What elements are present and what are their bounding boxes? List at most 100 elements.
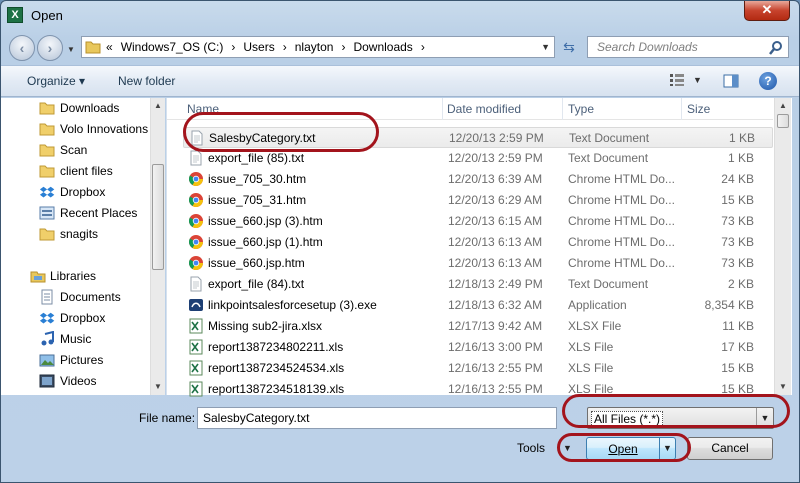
videos-icon [39, 373, 55, 389]
file-date: 12/20/13 6:13 AM [448, 256, 543, 270]
cancel-button[interactable]: Cancel [687, 437, 773, 460]
views-dropdown-icon[interactable]: ▼ [693, 75, 702, 85]
file-list-scrollbar[interactable]: ▲ ▼ [774, 98, 791, 395]
file-row[interactable]: report1387234802211.xls 12/16/13 3:00 PM X… [183, 337, 773, 358]
breadcrumb-separator-icon[interactable]: › [231, 40, 235, 54]
file-date: 12/20/13 2:59 PM [449, 131, 544, 145]
file-name: export_file (84).txt [208, 277, 305, 291]
file-size: 2 KB [727, 277, 754, 291]
dropbox-icon [39, 184, 55, 200]
file-row[interactable]: issue_705_30.htm 12/20/13 6:39 AM Chrome H… [183, 169, 773, 190]
scrollbar-thumb[interactable] [152, 164, 164, 270]
column-date-modified[interactable]: Date modified [447, 102, 521, 116]
file-date: 12/16/13 2:55 PM [448, 361, 543, 375]
file-type: Chrome HTML Do... [568, 193, 675, 207]
file-type: XLS File [568, 340, 614, 354]
scroll-up-icon[interactable]: ▲ [779, 101, 787, 110]
help-icon[interactable]: ? [759, 72, 777, 90]
sidebar-item-label: Libraries [50, 269, 97, 283]
address-bar[interactable]: « Windows7_OS (C:) › Users › nlayton › Download… [81, 36, 555, 58]
file-name: issue_660.jsp.htm [208, 256, 305, 270]
file-type: Text Document [568, 277, 649, 291]
file-type: Application [568, 298, 627, 312]
file-row[interactable]: issue_660.jsp (1).htm 12/20/13 6:13 AM Chr… [183, 232, 773, 253]
search-box[interactable]: Search Downloads [587, 36, 789, 58]
breadcrumb-separator-icon[interactable]: › [421, 40, 425, 54]
dropbox-icon [39, 310, 55, 326]
file-row[interactable]: issue_705_31.htm 12/20/13 6:29 AM Chrome H… [183, 190, 773, 211]
documents-icon [39, 289, 55, 305]
file-size: 73 KB [721, 235, 754, 249]
annotation-circle-selected-file [183, 112, 379, 152]
chrome-icon [188, 255, 204, 271]
new-folder-button[interactable]: New folder [118, 74, 175, 88]
forward-button[interactable]: › [37, 35, 63, 61]
file-row[interactable]: issue_660.jsp (3).htm 12/20/13 6:15 AM Chr… [183, 211, 773, 232]
file-type: Chrome HTML Do... [568, 214, 675, 228]
column-type[interactable]: Type [568, 102, 594, 116]
address-dropdown-icon[interactable]: ▼ [541, 42, 550, 52]
tools-button[interactable]: Tools [517, 441, 545, 455]
folder-icon [85, 41, 101, 54]
breadcrumb-item[interactable]: Windows7_OS (C:) [121, 40, 224, 54]
search-input[interactable]: Search Downloads [597, 40, 698, 54]
file-name: issue_660.jsp (3).htm [208, 214, 323, 228]
scroll-up-icon[interactable]: ▲ [154, 101, 162, 110]
column-size[interactable]: Size [687, 102, 710, 116]
file-name-input[interactable]: SalesbyCategory.txt [197, 407, 557, 429]
chrome-icon [188, 171, 204, 187]
back-button[interactable]: ‹ [9, 35, 35, 61]
file-size: 15 KB [721, 193, 754, 207]
file-date: 12/18/13 6:32 AM [448, 298, 543, 312]
breadcrumb[interactable]: « Windows7_OS (C:) › Users › nlayton › Download… [106, 40, 433, 54]
navigation-scrollbar[interactable]: ▲ ▼ [150, 98, 165, 395]
file-date: 12/18/13 2:49 PM [448, 277, 543, 291]
application-icon [188, 297, 204, 313]
breadcrumb-item[interactable]: nlayton [295, 40, 334, 54]
preview-pane-icon[interactable] [723, 73, 739, 89]
folder-icon [39, 121, 55, 137]
title-bar[interactable]: X Open ✕ [1, 1, 799, 31]
folder-icon [39, 100, 55, 116]
folder-icon [39, 226, 55, 242]
file-type: Chrome HTML Do... [568, 172, 675, 186]
refresh-icon[interactable]: ⇆ [559, 38, 579, 56]
breadcrumb-item[interactable]: Downloads [353, 40, 412, 54]
file-row[interactable]: Missing sub2-jira.xlsx 12/17/13 9:42 AM XL… [183, 316, 773, 337]
file-row[interactable]: linkpointsalesforcesetup (3).exe 12/18/13… [183, 295, 773, 316]
file-row[interactable]: report1387234524534.xls 12/16/13 2:55 PM X… [183, 358, 773, 379]
scroll-down-icon[interactable]: ▼ [154, 382, 162, 391]
organize-button[interactable]: Organize ▾ [27, 74, 85, 88]
sidebar-item-label: Videos [60, 374, 97, 388]
scrollbar-thumb[interactable] [777, 114, 789, 128]
breadcrumb-separator-icon[interactable]: › [283, 40, 287, 54]
close-button[interactable]: ✕ [744, 1, 790, 21]
sidebar-item-label: Dropbox [60, 185, 106, 199]
spreadsheet-icon [188, 381, 204, 397]
file-row[interactable]: export_file (84).txt 12/18/13 2:49 PM Text… [183, 274, 773, 295]
text-file-icon [188, 276, 204, 292]
chrome-icon [188, 213, 204, 229]
file-size: 8,354 KB [704, 298, 754, 312]
file-type: Chrome HTML Do... [568, 235, 675, 249]
sidebar-item-label: snagits [60, 227, 99, 241]
search-icon[interactable] [768, 40, 784, 56]
breadcrumb-separator-icon[interactable]: › [341, 40, 345, 54]
music-icon [39, 330, 55, 347]
recent-pages-dropdown-icon[interactable]: ▼ [67, 45, 77, 55]
scroll-down-icon[interactable]: ▼ [779, 382, 787, 391]
file-date: 12/16/13 3:00 PM [448, 340, 543, 354]
breadcrumb-separator-icon[interactable]: « [106, 40, 113, 54]
file-name: issue_705_31.htm [208, 193, 307, 207]
file-name-label: File name: [139, 411, 196, 425]
file-row[interactable]: issue_660.jsp.htm 12/20/13 6:13 AM Chrome … [183, 253, 773, 274]
file-date: 12/16/13 2:55 PM [448, 382, 543, 396]
open-dialog: X Open ✕ ‹ › ▼ « Windows7_OS (C:) › Users › n… [0, 0, 800, 483]
sidebar-item-label: Pictures [60, 353, 104, 367]
breadcrumb-item[interactable]: Users [243, 40, 274, 54]
chrome-icon [188, 234, 204, 250]
sidebar-item-label: Volo Innovations [60, 122, 149, 136]
file-date: 12/17/13 9:42 AM [448, 319, 543, 333]
folder-icon [39, 163, 55, 179]
change-view-icon[interactable] [670, 74, 684, 86]
